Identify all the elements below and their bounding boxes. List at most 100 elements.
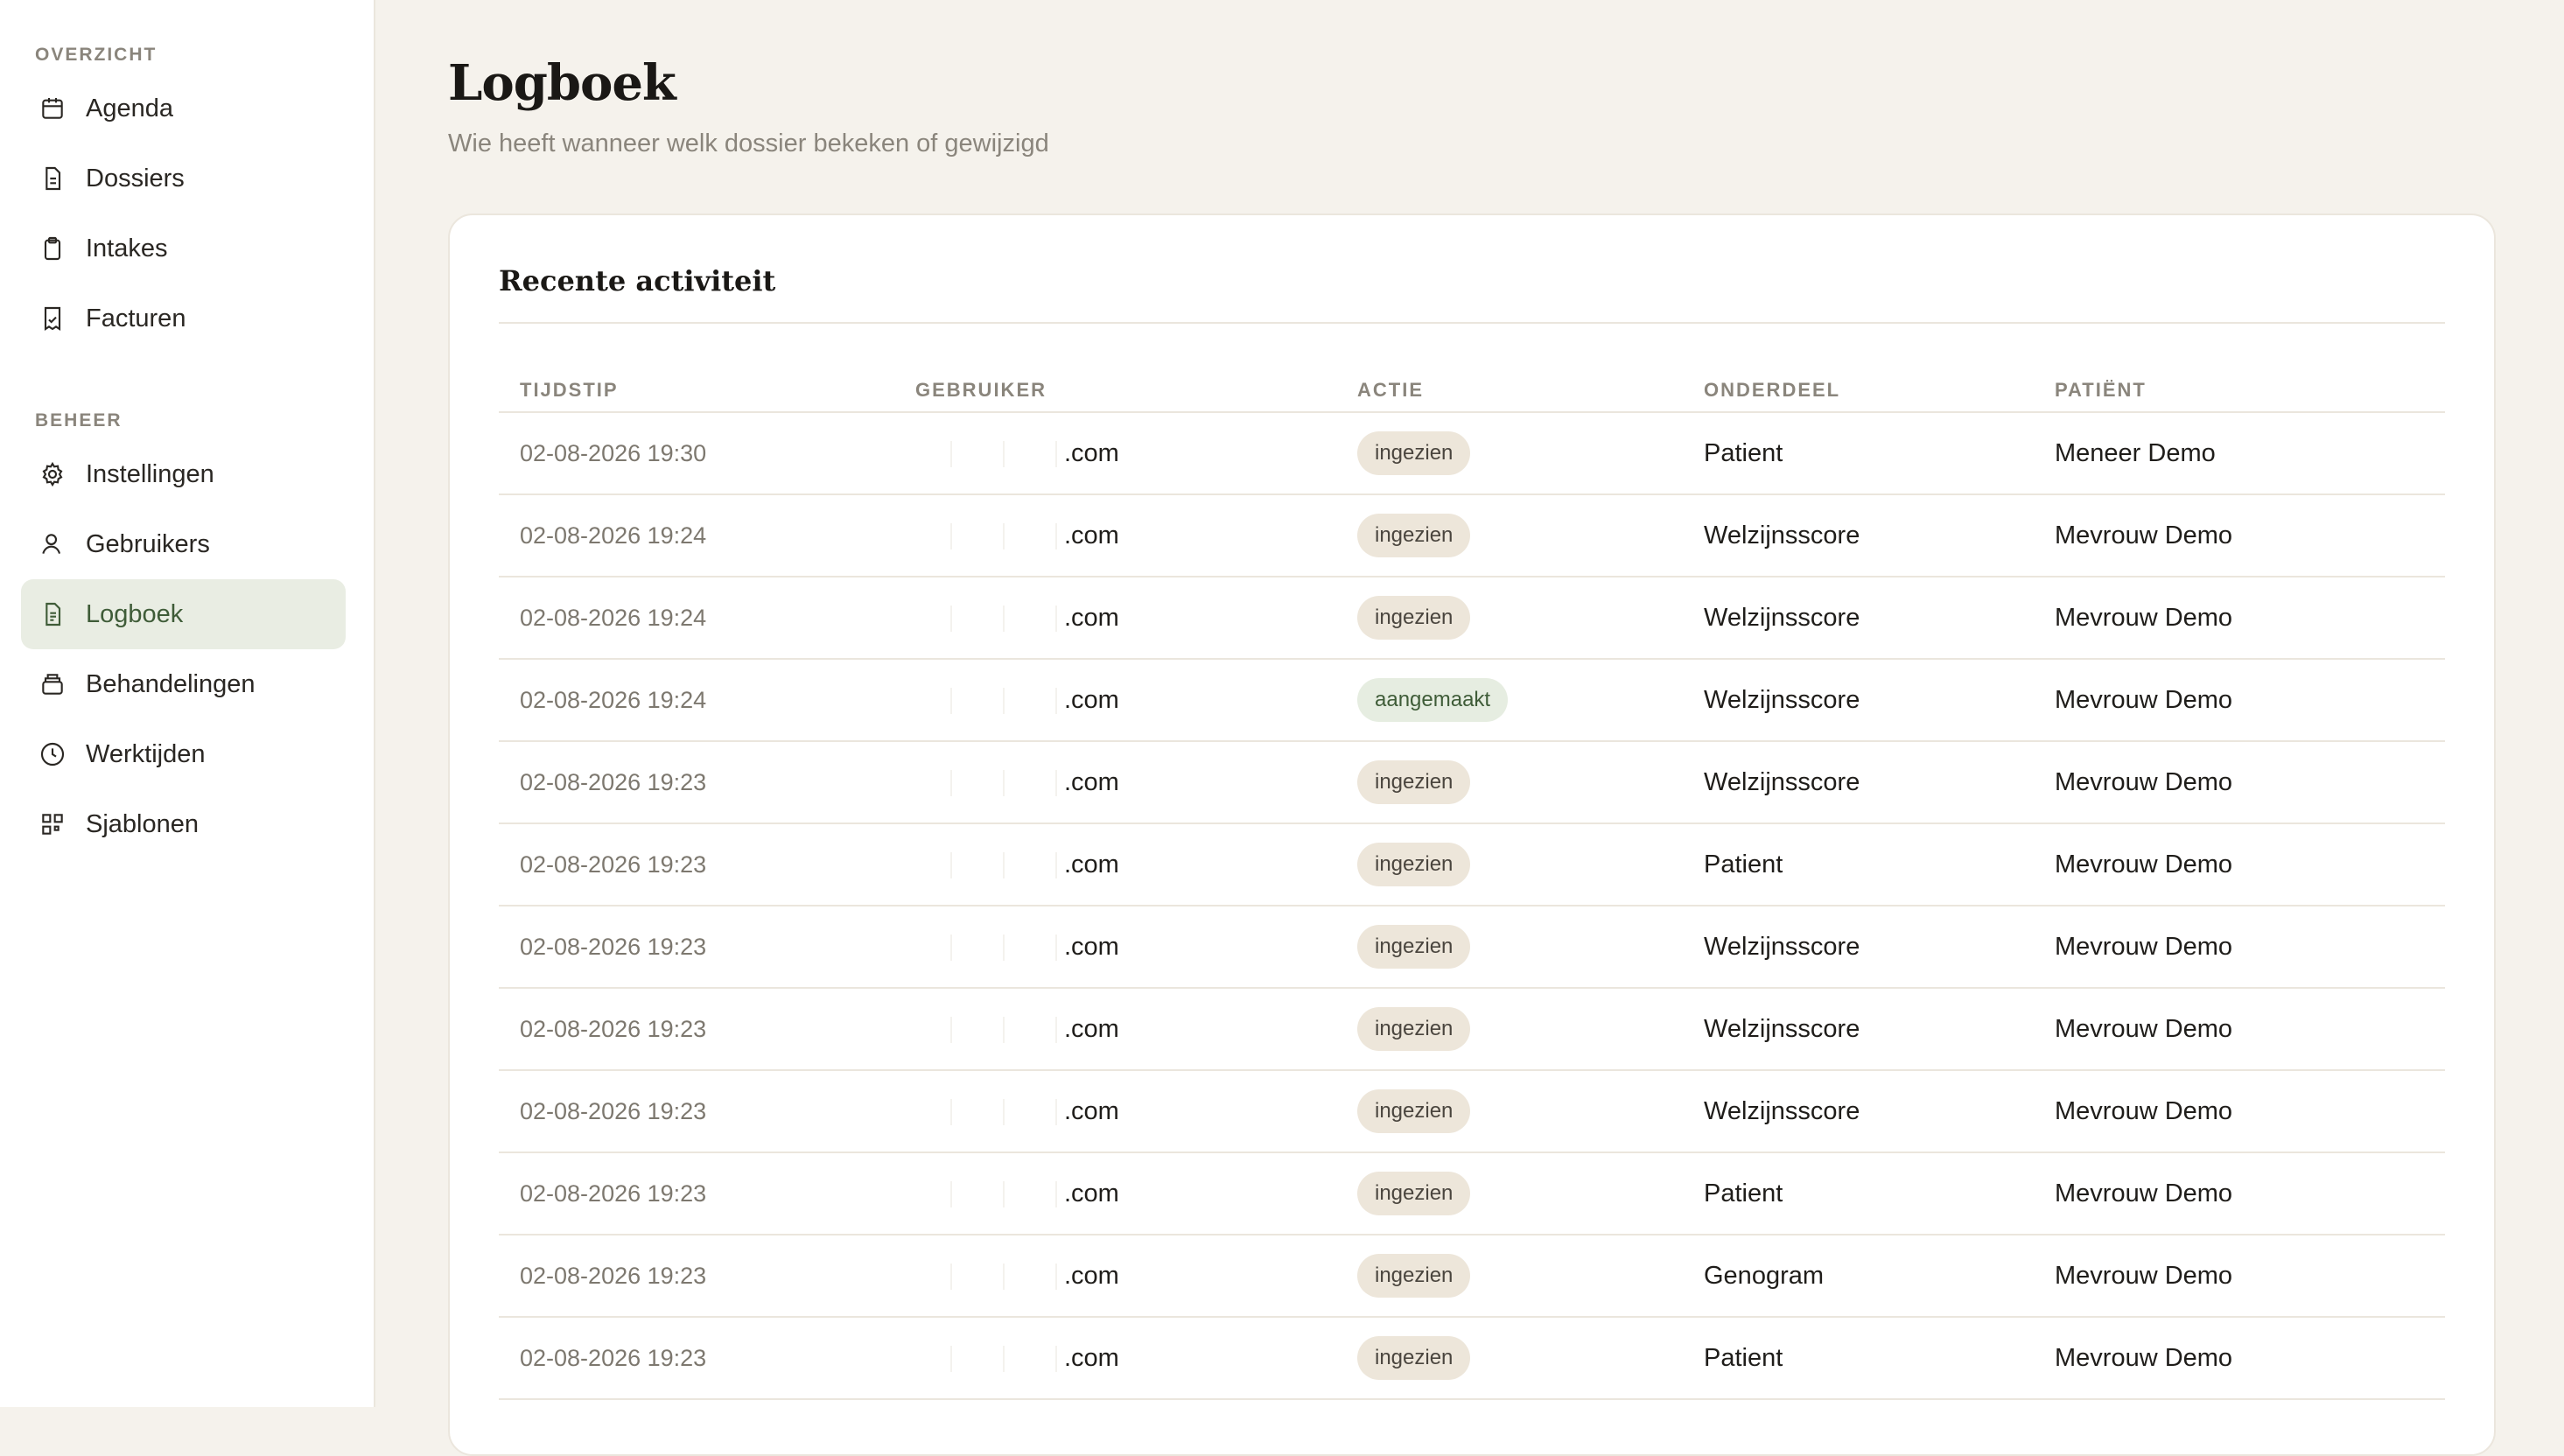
page-subtitle: Wie heeft wanneer welk dossier bekeken o…	[448, 130, 1049, 158]
redacted-user-name	[915, 440, 1064, 467]
log-icon	[39, 600, 67, 628]
row-action: ingezien	[1357, 1336, 1704, 1380]
row-action: ingezien	[1357, 431, 1704, 475]
row-user-domain: .com	[1064, 1343, 1119, 1372]
table-row[interactable]: 02-08-2026 19:23 .com ingezien Welzijnsscor…	[499, 1071, 2445, 1153]
redacted-user-name	[915, 769, 1064, 796]
file-icon	[39, 164, 67, 192]
sidebar-item-logboek[interactable]: Logboek	[21, 579, 346, 649]
redacted-user-name	[915, 934, 1064, 961]
table-row[interactable]: 02-08-2026 19:23 .com ingezien Patient Mevro…	[499, 1318, 2445, 1400]
sidebar-item-label: Sjablonen	[86, 809, 199, 838]
row-user-domain: .com	[1064, 767, 1119, 796]
row-user-domain: .com	[1064, 850, 1119, 878]
redacted-user-name	[915, 687, 1064, 714]
sidebar-item-dossiers[interactable]: Dossiers	[21, 144, 346, 214]
column-header-action[interactable]: ACTIE	[1357, 379, 1704, 402]
row-part: Patient	[1704, 1343, 1783, 1372]
sidebar-item-sjablonen[interactable]: Sjablonen	[21, 789, 346, 859]
row-time: 02-08-2026 19:23	[520, 850, 707, 878]
column-header-patient[interactable]: PATIËNT	[2055, 379, 2445, 402]
row-patient[interactable]: Mevrouw Demo	[2055, 1097, 2445, 1126]
redacted-user-name	[915, 1098, 1064, 1125]
row-user-domain: .com	[1064, 1179, 1119, 1208]
row-part: Patient	[1704, 850, 1783, 878]
row-user-domain: .com	[1064, 521, 1119, 550]
row-patient[interactable]: Mevrouw Demo	[2055, 1180, 2445, 1208]
row-action: ingezien	[1357, 1172, 1704, 1215]
redacted-user-name	[915, 851, 1064, 878]
row-patient[interactable]: Mevrouw Demo	[2055, 604, 2445, 633]
row-patient[interactable]: Mevrouw Demo	[2055, 1344, 2445, 1373]
page-title: Logboek	[448, 54, 676, 112]
column-header-part[interactable]: ONDERDEEL	[1704, 379, 2055, 402]
row-user-domain: .com	[1064, 438, 1119, 467]
row-patient[interactable]: Mevrouw Demo	[2055, 768, 2445, 797]
action-badge: ingezien	[1357, 760, 1471, 804]
row-time: 02-08-2026 19:23	[520, 1344, 707, 1371]
sidebar-item-label: Intakes	[86, 234, 168, 262]
redacted-user-name	[915, 522, 1064, 550]
table-row[interactable]: 02-08-2026 19:23 .com ingezien Genogram Mevr…	[499, 1236, 2445, 1318]
row-patient[interactable]: Mevrouw Demo	[2055, 522, 2445, 550]
row-patient[interactable]: Mevrouw Demo	[2055, 1262, 2445, 1291]
row-patient[interactable]: Mevrouw Demo	[2055, 686, 2445, 715]
row-part: Welzijnsscore	[1704, 1096, 1860, 1125]
table-row[interactable]: 02-08-2026 19:23 .com ingezien Patient Mevro…	[499, 1153, 2445, 1236]
row-user: .com	[915, 439, 1357, 468]
row-action: ingezien	[1357, 1089, 1704, 1133]
row-action: ingezien	[1357, 1007, 1704, 1051]
row-time: 02-08-2026 19:30	[520, 439, 707, 466]
card-title: Recente activiteit	[499, 264, 776, 298]
table-row[interactable]: 02-08-2026 19:30 .com ingezien Patient Menee…	[499, 413, 2445, 495]
row-user-domain: .com	[1064, 932, 1119, 961]
redacted-user-name	[915, 1180, 1064, 1208]
row-patient[interactable]: Meneer Demo	[2055, 439, 2445, 468]
manage-nav: Instellingen Gebruikers Logboek Behandeling…	[0, 439, 374, 859]
sidebar-item-intakes[interactable]: Intakes	[21, 214, 346, 284]
overview-nav: Agenda Dossiers Intakes Facturen	[0, 74, 374, 354]
sidebar-item-label: Werktijden	[86, 739, 206, 768]
table-row[interactable]: 02-08-2026 19:23 .com ingezien Patient Mevro…	[499, 824, 2445, 906]
table-row[interactable]: 02-08-2026 19:24 .com ingezien Welzijnsscor…	[499, 495, 2445, 578]
table-row[interactable]: 02-08-2026 19:24 .com aangemaakt Welzijnssc…	[499, 660, 2445, 742]
column-header-user[interactable]: GEBRUIKER	[915, 379, 1357, 402]
activity-card: Recente activiteit TIJDSTIP GEBRUIKER AC…	[448, 214, 2496, 1456]
sidebar-item-behandelingen[interactable]: Behandelingen	[21, 649, 346, 719]
redacted-user-name	[915, 605, 1064, 632]
action-badge: ingezien	[1357, 843, 1471, 886]
action-badge: ingezien	[1357, 1007, 1471, 1051]
table-row[interactable]: 02-08-2026 19:23 .com ingezien Welzijnsscor…	[499, 906, 2445, 989]
sidebar-item-label: Instellingen	[86, 459, 214, 488]
redacted-user-name	[915, 1016, 1064, 1043]
sidebar-item-instellingen[interactable]: Instellingen	[21, 439, 346, 509]
section-label-manage: BEHEER	[35, 410, 123, 430]
sidebar-item-gebruikers[interactable]: Gebruikers	[21, 509, 346, 579]
sidebar-item-label: Facturen	[86, 304, 186, 332]
row-user-domain: .com	[1064, 1014, 1119, 1043]
sidebar-item-label: Agenda	[86, 94, 173, 122]
sidebar-item-agenda[interactable]: Agenda	[21, 74, 346, 144]
clipboard-icon	[39, 234, 67, 262]
table-row[interactable]: 02-08-2026 19:23 .com ingezien Welzijnsscor…	[499, 742, 2445, 824]
row-action: ingezien	[1357, 1254, 1704, 1298]
table-row[interactable]: 02-08-2026 19:23 .com ingezien Welzijnsscor…	[499, 989, 2445, 1071]
row-user: .com	[915, 1344, 1357, 1373]
row-time: 02-08-2026 19:23	[520, 1180, 707, 1207]
sidebar-item-werktijden[interactable]: Werktijden	[21, 719, 346, 789]
row-patient[interactable]: Mevrouw Demo	[2055, 933, 2445, 962]
row-action: ingezien	[1357, 760, 1704, 804]
row-action: ingezien	[1357, 514, 1704, 557]
column-header-time[interactable]: TIJDSTIP	[499, 379, 915, 402]
redacted-user-name	[915, 1263, 1064, 1290]
table-row[interactable]: 02-08-2026 19:24 .com ingezien Welzijnsscor…	[499, 578, 2445, 660]
sidebar-item-label: Behandelingen	[86, 669, 256, 698]
row-time: 02-08-2026 19:23	[520, 933, 707, 960]
row-part: Welzijnsscore	[1704, 521, 1860, 550]
user-icon	[39, 530, 67, 558]
row-patient[interactable]: Mevrouw Demo	[2055, 1015, 2445, 1044]
row-part: Welzijnsscore	[1704, 767, 1860, 796]
row-patient[interactable]: Mevrouw Demo	[2055, 850, 2445, 879]
sidebar-item-facturen[interactable]: Facturen	[21, 284, 346, 354]
table-header: TIJDSTIP GEBRUIKER ACTIE ONDERDEEL PATIË…	[499, 369, 2445, 413]
